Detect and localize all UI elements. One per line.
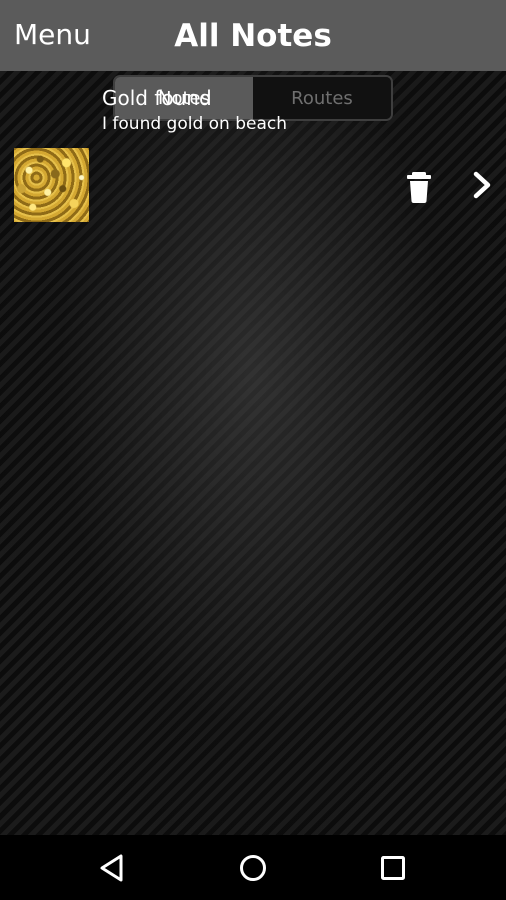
note-description: I found gold on beach	[102, 114, 288, 134]
note-title: Gold found	[102, 86, 212, 110]
page-title: All Notes	[174, 18, 332, 54]
trash-icon[interactable]	[404, 170, 434, 204]
chevron-right-icon[interactable]	[468, 170, 498, 204]
gold-nuggets-thumbnail	[14, 148, 89, 222]
app-header: Menu All Notes	[0, 0, 506, 71]
system-navigation-bar	[0, 835, 506, 900]
back-triangle-icon[interactable]	[97, 852, 129, 884]
home-circle-icon[interactable]	[237, 852, 269, 884]
recents-square-icon[interactable]	[377, 852, 409, 884]
